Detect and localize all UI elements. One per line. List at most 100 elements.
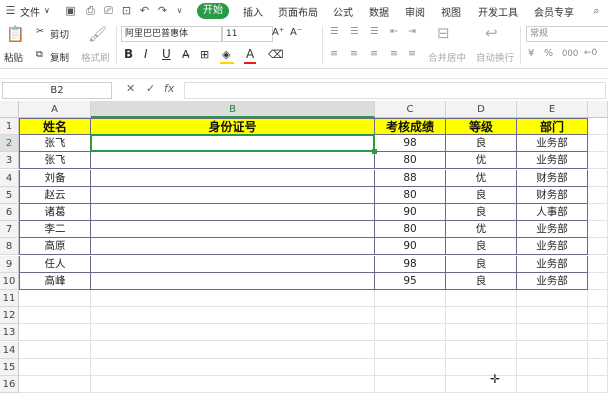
table-cell[interactable] — [91, 255, 375, 273]
empty-cell[interactable] — [588, 255, 608, 273]
table-cell[interactable] — [91, 238, 375, 256]
table-cell[interactable] — [91, 152, 375, 170]
align-left-icon[interactable]: ≡ — [330, 48, 338, 59]
empty-cell[interactable] — [91, 358, 375, 376]
table-cell[interactable] — [91, 204, 375, 221]
merge-center-icon[interactable]: ⊟ — [437, 24, 450, 42]
row-header-5[interactable]: 5 — [0, 186, 19, 204]
row-header-2[interactable]: 2 — [0, 135, 19, 153]
empty-cell[interactable] — [588, 324, 608, 342]
column-header-b[interactable]: B — [91, 101, 375, 118]
tab-review[interactable]: 审阅 — [405, 4, 425, 19]
empty-cell[interactable] — [517, 307, 588, 325]
empty-cell[interactable] — [517, 376, 588, 393]
border-icon[interactable]: ⊞ — [200, 48, 209, 61]
table-cell[interactable]: 财务部 — [517, 186, 588, 204]
row-header-15[interactable]: 15 — [0, 358, 19, 376]
table-cell[interactable]: 良 — [446, 204, 517, 221]
table-cell[interactable]: 刘备 — [19, 169, 91, 187]
table-cell[interactable]: 业务部 — [517, 152, 588, 170]
table-cell[interactable]: 90 — [375, 238, 446, 256]
empty-cell[interactable] — [446, 358, 517, 376]
table-cell[interactable]: 业务部 — [517, 135, 588, 153]
row-header-8[interactable]: 8 — [0, 238, 19, 256]
tab-formulas[interactable]: 公式 — [333, 4, 353, 19]
table-cell[interactable]: 优 — [446, 152, 517, 170]
empty-cell[interactable] — [588, 152, 608, 170]
table-cell[interactable] — [91, 272, 375, 290]
distribute-icon[interactable]: ≡ — [408, 48, 416, 59]
indent-increase-icon[interactable]: ⇥ — [408, 26, 416, 37]
export-icon[interactable]: ⎙ — [84, 4, 97, 17]
save-icon[interactable]: ▣ — [64, 4, 77, 17]
currency-icon[interactable]: ¥ — [528, 48, 534, 59]
underline-button[interactable]: U — [162, 47, 171, 61]
empty-cell[interactable] — [91, 290, 375, 307]
justify-icon[interactable]: ≡ — [390, 48, 398, 59]
row-header-12[interactable]: 12 — [0, 307, 19, 325]
formula-input[interactable] — [184, 82, 606, 99]
table-cell[interactable]: 优 — [446, 169, 517, 187]
empty-cell[interactable] — [375, 341, 446, 359]
cancel-icon[interactable]: ✕ — [126, 82, 135, 95]
table-cell[interactable]: 良 — [446, 238, 517, 256]
table-cell[interactable]: 高原 — [19, 238, 91, 256]
table-cell[interactable]: 98 — [375, 135, 446, 153]
empty-cell[interactable] — [588, 358, 608, 376]
table-cell[interactable]: 诸葛 — [19, 204, 91, 221]
search-icon[interactable]: ⌕ — [590, 4, 603, 17]
wrap-text-icon[interactable]: ↩ — [485, 24, 498, 42]
paste-button[interactable]: 粘贴 — [4, 50, 23, 64]
empty-cell[interactable] — [91, 324, 375, 342]
confirm-icon[interactable]: ✓ — [146, 82, 155, 95]
header-cell-a[interactable]: 姓名 — [19, 118, 91, 135]
column-header-c[interactable]: C — [375, 101, 446, 118]
table-cell[interactable]: 业务部 — [517, 221, 588, 239]
table-cell[interactable]: 良 — [446, 272, 517, 290]
table-cell[interactable] — [91, 186, 375, 204]
row-header-13[interactable]: 13 — [0, 324, 19, 342]
empty-cell[interactable] — [446, 307, 517, 325]
tab-page-layout[interactable]: 页面布局 — [278, 4, 318, 19]
empty-cell[interactable] — [375, 376, 446, 393]
strikethrough-icon[interactable]: A̶ — [182, 48, 190, 61]
empty-cell[interactable] — [446, 341, 517, 359]
empty-cell[interactable] — [375, 358, 446, 376]
font-size-select[interactable]: 11 — [222, 26, 273, 42]
row-header-3[interactable]: 3 — [0, 152, 19, 170]
table-cell[interactable]: 80 — [375, 221, 446, 239]
table-cell[interactable]: 张飞 — [19, 135, 91, 153]
empty-cell[interactable] — [588, 307, 608, 325]
table-cell[interactable]: 良 — [446, 135, 517, 153]
table-cell[interactable]: 80 — [375, 186, 446, 204]
table-cell[interactable]: 财务部 — [517, 169, 588, 187]
empty-cell[interactable] — [588, 238, 608, 256]
row-header-9[interactable]: 9 — [0, 255, 19, 273]
format-painter-icon[interactable]: 🖌 — [88, 25, 107, 43]
select-all-corner[interactable] — [0, 101, 19, 118]
fill-color-icon[interactable]: ◈ — [222, 48, 230, 61]
header-cell-d[interactable]: 等级 — [446, 118, 517, 135]
tab-data[interactable]: 数据 — [369, 4, 389, 19]
redo-icon[interactable]: ↷ — [156, 4, 169, 17]
row-header-6[interactable]: 6 — [0, 204, 19, 221]
empty-cell[interactable] — [19, 341, 91, 359]
row-header-11[interactable]: 11 — [0, 290, 19, 307]
tab-view[interactable]: 视图 — [441, 4, 461, 19]
empty-cell[interactable] — [588, 376, 608, 393]
empty-cell[interactable] — [375, 290, 446, 307]
empty-cell[interactable] — [446, 290, 517, 307]
row-header-4[interactable]: 4 — [0, 169, 19, 187]
row-header-10[interactable]: 10 — [0, 272, 19, 290]
tab-start[interactable]: 开始 — [197, 3, 229, 19]
fill-handle[interactable] — [372, 149, 377, 155]
row-header-7[interactable]: 7 — [0, 221, 19, 239]
format-painter-button[interactable]: 格式刷 — [81, 50, 110, 64]
empty-cell[interactable] — [517, 324, 588, 342]
tab-member[interactable]: 会员专享 — [534, 4, 574, 19]
empty-cell[interactable] — [19, 307, 91, 325]
table-cell[interactable]: 业务部 — [517, 272, 588, 290]
table-cell[interactable]: 良 — [446, 186, 517, 204]
print-icon[interactable]: ⎚ — [102, 4, 115, 17]
empty-cell[interactable] — [588, 272, 608, 290]
